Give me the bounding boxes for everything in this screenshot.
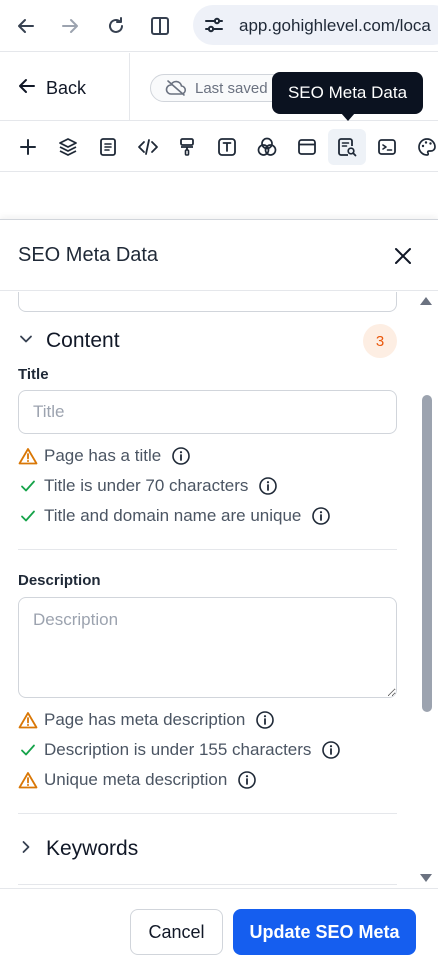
seo-meta-panel: SEO Meta Data Content 3 Title Page has a… bbox=[0, 219, 438, 961]
back-label: Back bbox=[46, 77, 87, 98]
cancel-button[interactable]: Cancel bbox=[130, 909, 223, 955]
info-icon[interactable] bbox=[237, 770, 257, 790]
section-divider bbox=[18, 549, 397, 550]
check-text: Title and domain name are unique bbox=[44, 506, 302, 525]
title-check-unique: Title and domain name are unique bbox=[18, 504, 331, 528]
color-circles-icon[interactable] bbox=[248, 129, 286, 165]
content-section-label: Content bbox=[46, 329, 120, 352]
cloud-off-icon bbox=[165, 79, 187, 102]
title-check-length: Title is under 70 characters bbox=[18, 474, 278, 498]
terminal-icon[interactable] bbox=[368, 129, 406, 165]
plus-icon[interactable] bbox=[9, 129, 47, 165]
title-input[interactable] bbox=[18, 390, 397, 434]
editor-toolbar bbox=[0, 122, 438, 172]
check-icon bbox=[18, 506, 38, 526]
info-icon[interactable] bbox=[258, 476, 278, 496]
back-arrow-icon[interactable] bbox=[12, 12, 40, 40]
check-icon bbox=[18, 476, 38, 496]
scroll-down-icon[interactable] bbox=[420, 874, 432, 882]
forward-arrow-icon[interactable] bbox=[56, 12, 84, 40]
title-check-has-title: Page has a title bbox=[18, 444, 191, 468]
browser-bar: app.gohighlevel.com/loca bbox=[0, 0, 438, 52]
keywords-section-label: Keywords bbox=[46, 837, 139, 860]
address-bar[interactable]: app.gohighlevel.com/loca bbox=[193, 5, 438, 45]
section-divider bbox=[18, 813, 397, 814]
description-check-length: Description is under 155 characters bbox=[18, 738, 341, 762]
info-icon[interactable] bbox=[255, 710, 275, 730]
scrollbar-thumb[interactable] bbox=[422, 395, 432, 712]
content-section-toggle[interactable]: Content bbox=[18, 326, 120, 356]
tooltip-arrow bbox=[341, 113, 355, 121]
header-divider bbox=[129, 53, 130, 121]
scroll-up-icon[interactable] bbox=[420, 297, 432, 305]
warning-icon bbox=[18, 710, 38, 730]
url-text: app.gohighlevel.com/loca bbox=[239, 16, 431, 35]
previous-field[interactable] bbox=[18, 292, 397, 312]
panel-header: SEO Meta Data bbox=[0, 220, 438, 291]
section-divider bbox=[18, 884, 397, 885]
arrow-left-icon bbox=[18, 77, 36, 100]
text-icon[interactable] bbox=[208, 129, 246, 165]
tooltip-text: SEO Meta Data bbox=[287, 83, 408, 102]
description-check-has-meta: Page has meta description bbox=[18, 708, 275, 732]
code-icon[interactable] bbox=[129, 129, 167, 165]
saved-status-text: Last saved bbox=[195, 80, 268, 97]
split-view-icon[interactable] bbox=[146, 12, 174, 40]
panel-footer: Cancel Update SEO Meta bbox=[0, 888, 438, 961]
title-label: Title bbox=[18, 366, 49, 383]
info-icon[interactable] bbox=[171, 446, 191, 466]
seo-meta-icon[interactable] bbox=[328, 129, 366, 165]
palette-icon[interactable] bbox=[408, 129, 438, 165]
tooltip: SEO Meta Data bbox=[272, 72, 423, 114]
warning-icon bbox=[18, 770, 38, 790]
chevron-right-icon bbox=[18, 837, 34, 861]
warning-icon bbox=[18, 446, 38, 466]
browser-window-icon[interactable] bbox=[288, 129, 326, 165]
update-seo-meta-button[interactable]: Update SEO Meta bbox=[233, 909, 416, 955]
check-text: Page has a title bbox=[44, 446, 162, 465]
site-settings-icon[interactable] bbox=[203, 14, 225, 36]
check-text: Page has meta description bbox=[44, 710, 246, 729]
paint-roller-icon[interactable] bbox=[168, 129, 206, 165]
canvas-area bbox=[0, 172, 438, 220]
info-icon[interactable] bbox=[321, 740, 341, 760]
layers-icon[interactable] bbox=[49, 129, 87, 165]
check-text: Unique meta description bbox=[44, 770, 228, 789]
close-icon[interactable] bbox=[391, 244, 415, 268]
back-button[interactable]: Back bbox=[18, 75, 86, 101]
chevron-down-icon bbox=[18, 329, 34, 353]
description-label: Description bbox=[18, 572, 101, 589]
panel-title: SEO Meta Data bbox=[18, 244, 159, 266]
description-input[interactable] bbox=[18, 597, 397, 698]
reload-icon[interactable] bbox=[102, 12, 130, 40]
keywords-section-toggle[interactable]: Keywords bbox=[18, 834, 138, 864]
check-icon bbox=[18, 740, 38, 760]
check-text: Description is under 155 characters bbox=[44, 740, 312, 759]
issue-count-badge: 3 bbox=[363, 324, 397, 358]
description-check-unique: Unique meta description bbox=[18, 768, 257, 792]
check-text: Title is under 70 characters bbox=[44, 476, 249, 495]
page-icon[interactable] bbox=[89, 129, 127, 165]
info-icon[interactable] bbox=[311, 506, 331, 526]
